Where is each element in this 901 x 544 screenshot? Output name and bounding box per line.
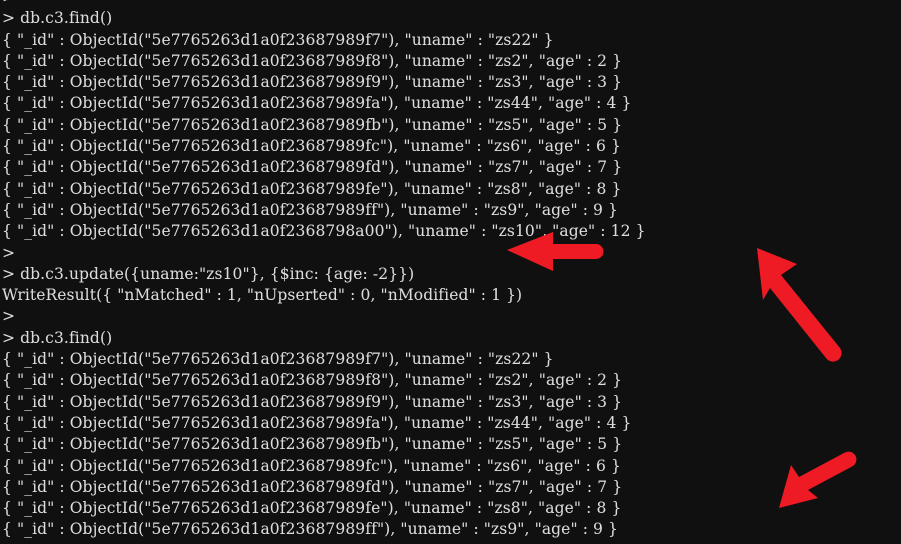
terminal-output: >> db.c3.find(){ "_id" : ObjectId("5e776… bbox=[0, 0, 901, 544]
terminal-line: > bbox=[2, 243, 16, 262]
terminal-line: { "_id" : ObjectId("5e7765263d1a0f236879… bbox=[2, 413, 632, 432]
terminal-line: { "_id" : ObjectId("5e7765263d1a0f236879… bbox=[2, 456, 621, 475]
terminal-line: { "_id" : ObjectId("5e7765263d1a0f236879… bbox=[2, 371, 623, 390]
terminal-line: { "_id" : ObjectId("5e7765263d1a0f236879… bbox=[2, 115, 623, 134]
terminal-line: { "_id" : ObjectId("5e7765263d1a0f236879… bbox=[2, 392, 623, 411]
terminal-line: { "_id" : ObjectId("5e7765263d1a0f236879… bbox=[2, 477, 623, 496]
terminal-line: { "_id" : ObjectId("5e7765263d1a0f236879… bbox=[2, 73, 623, 92]
terminal-line: > bbox=[2, 307, 16, 326]
terminal-line: { "_id" : ObjectId("5e7765263d1a0f236879… bbox=[2, 158, 623, 177]
terminal-window[interactable]: >> db.c3.find(){ "_id" : ObjectId("5e776… bbox=[0, 0, 901, 544]
terminal-line: { "_id" : ObjectId("5e7765263d1a0f236879… bbox=[2, 30, 554, 49]
terminal-line: { "_id" : ObjectId("5e7765263d1a0f236879… bbox=[2, 179, 622, 198]
terminal-line: { "_id" : ObjectId("5e7765263d1a0f236879… bbox=[2, 520, 619, 539]
terminal-line: > db.c3.update({uname:"zs10"}, {$inc: {a… bbox=[2, 264, 415, 283]
terminal-line: > db.c3.find() bbox=[2, 328, 113, 347]
terminal-line: { "_id" : ObjectId("5e7765263d1a0f236879… bbox=[2, 51, 623, 70]
terminal-line: { "_id" : ObjectId("5e7765263d1a0f236879… bbox=[2, 137, 621, 156]
terminal-line: { "_id" : ObjectId("5e7765263d1a0f236879… bbox=[2, 200, 619, 219]
terminal-line: { "_id" : ObjectId("5e7765263d1a0f236879… bbox=[2, 499, 622, 518]
terminal-line: > bbox=[0, 0, 901, 8]
terminal-line: > db.c3.find() bbox=[2, 9, 113, 28]
terminal-line: { "_id" : ObjectId("5e7765263d1a0f236879… bbox=[2, 350, 554, 369]
terminal-line: { "_id" : ObjectId("5e7765263d1a0f236879… bbox=[2, 222, 646, 241]
terminal-line: { "_id" : ObjectId("5e7765263d1a0f236879… bbox=[2, 94, 632, 113]
terminal-line: WriteResult({ "nMatched" : 1, "nUpserted… bbox=[2, 286, 523, 305]
terminal-line: { "_id" : ObjectId("5e7765263d1a0f236879… bbox=[2, 435, 623, 454]
